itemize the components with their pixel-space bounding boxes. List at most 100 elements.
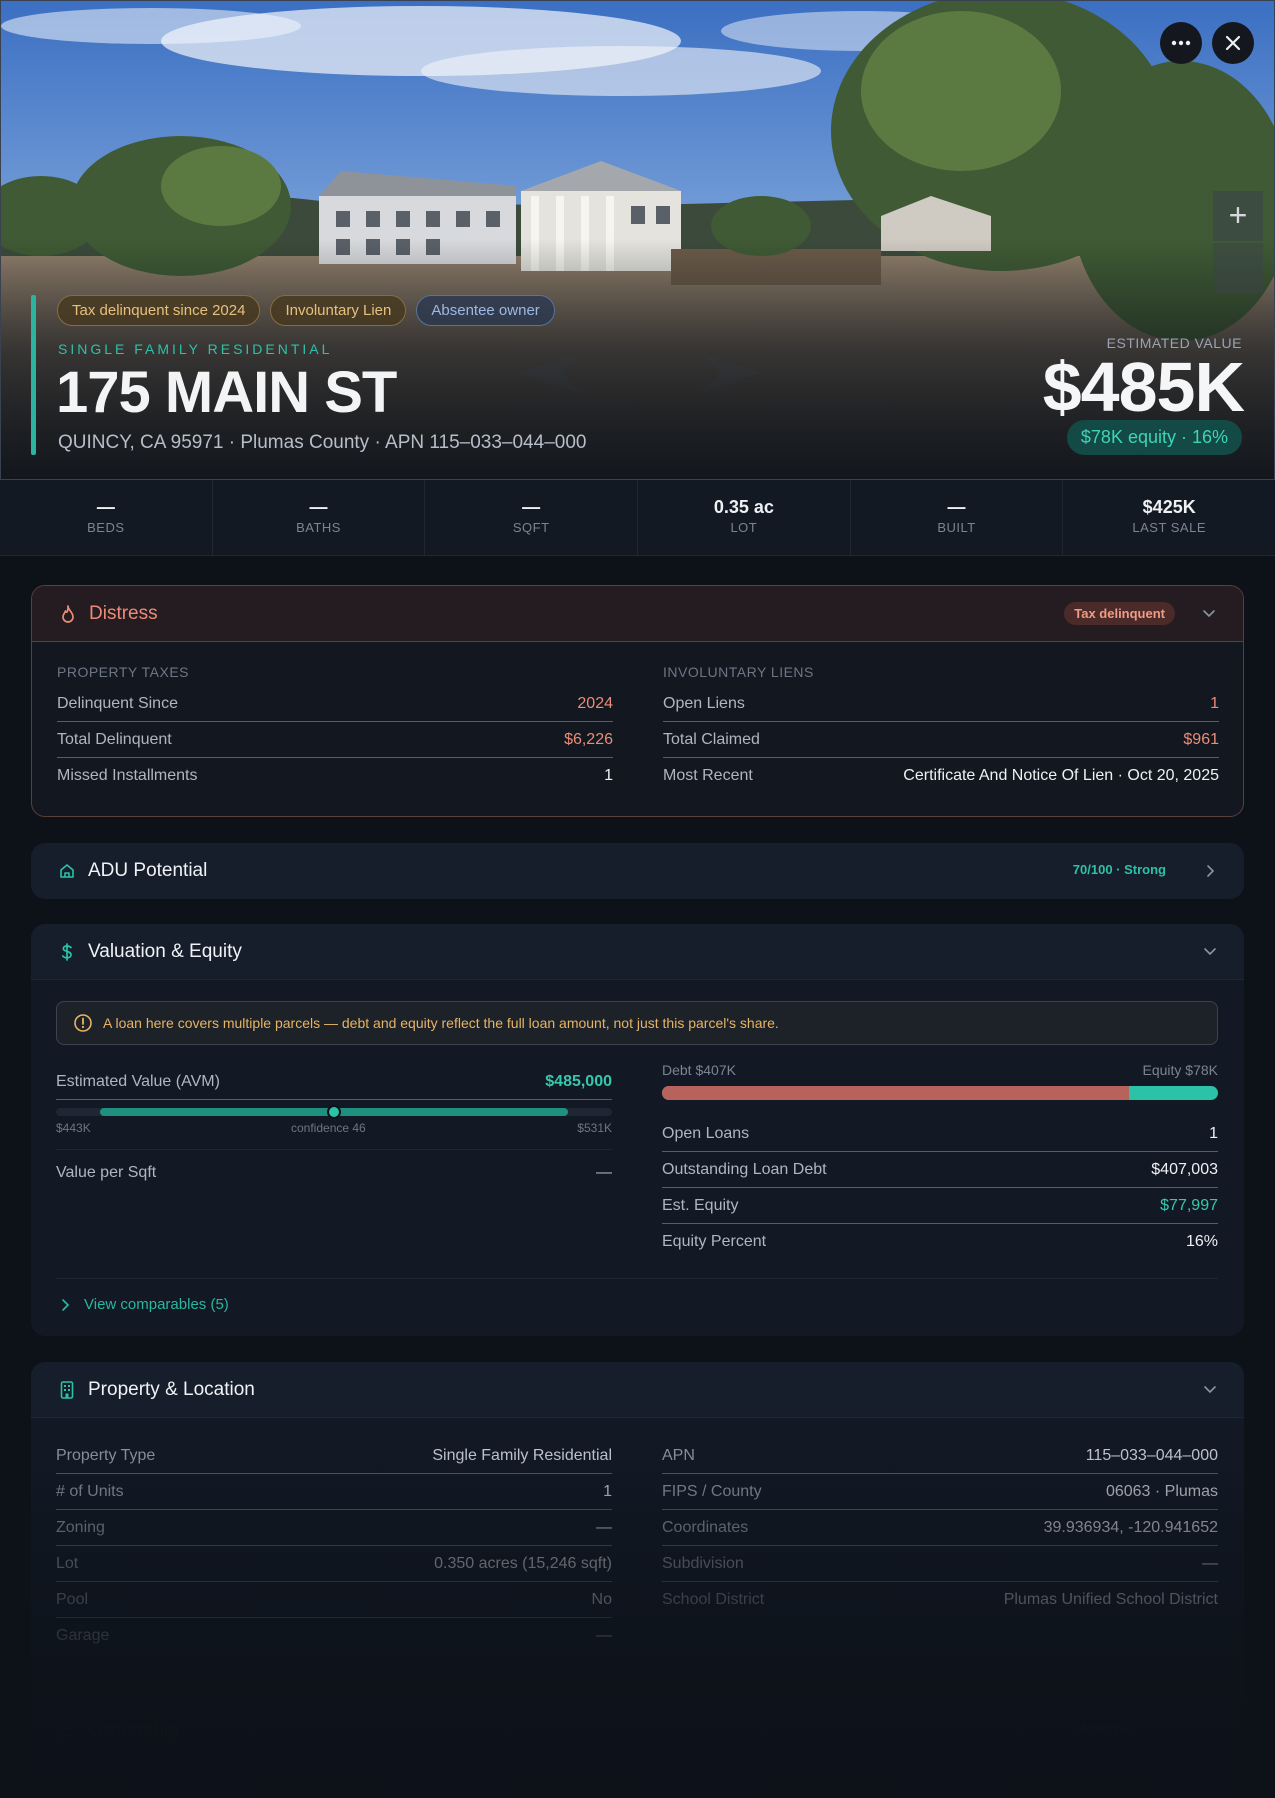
- chevron-down-icon[interactable]: [1200, 942, 1220, 962]
- tag-involuntary-lien: Involuntary Lien: [270, 295, 407, 326]
- valuation-equity-card: Valuation & Equity A loan here covers mu…: [31, 924, 1244, 1336]
- ownership-header[interactable]: Ownership Absentee: [31, 1702, 1244, 1758]
- range-low: $443K: [56, 1121, 91, 1135]
- section-label: PROPERTY TAXES: [57, 664, 190, 680]
- zoom-out-button[interactable]: [1213, 243, 1263, 293]
- range-high: $531K: [577, 1121, 612, 1135]
- stat-label: BEDS: [87, 520, 125, 535]
- kv-value: 115–033–044–000: [1085, 1446, 1218, 1464]
- kv-key: Missed Installments: [57, 767, 198, 784]
- hero-street-view: Tax delinquent since 2024 Involuntary Li…: [0, 0, 1275, 480]
- warning-icon: [74, 1014, 92, 1032]
- kv-key: Total Delinquent: [57, 730, 172, 748]
- view-comparables-link[interactable]: View comparables (5): [56, 1296, 229, 1313]
- chevron-down-icon[interactable]: [1199, 604, 1219, 624]
- stat-value: 0.35 ac: [713, 497, 774, 517]
- zoom-in-button[interactable]: +: [1213, 191, 1263, 241]
- location-left-column: Property Type Single Family Residential #…: [56, 1438, 612, 1654]
- kv-row: Zoning —: [56, 1510, 612, 1546]
- range-confidence: confidence 46: [291, 1121, 366, 1135]
- avm-confidence-range: [56, 1105, 612, 1119]
- kv-key: Zoning: [56, 1518, 105, 1536]
- kv-key: FIPS / County: [662, 1482, 762, 1500]
- valuation-title: Valuation & Equity: [88, 940, 242, 962]
- vps-label: Value per Sqft: [56, 1163, 157, 1181]
- kv-value: 1: [604, 767, 613, 784]
- kv-value: —: [1202, 1554, 1218, 1572]
- kv-key: APN: [662, 1446, 695, 1464]
- kv-row: Open Loans 1: [662, 1116, 1218, 1152]
- kv-row: School District Plumas Unified School Dis…: [662, 1582, 1218, 1618]
- stat-value: —: [522, 497, 541, 517]
- kv-value: —: [596, 1627, 612, 1644]
- absentee-badge: Absentee: [1079, 1721, 1134, 1736]
- distress-title: Distress: [89, 602, 158, 624]
- kv-key: Total Claimed: [663, 730, 760, 748]
- stat-label: BATHS: [296, 520, 341, 535]
- kv-key: Delinquent Since: [57, 694, 178, 712]
- stat-value: —: [947, 497, 966, 517]
- chevron-down-icon[interactable]: [1200, 1380, 1220, 1400]
- loan-details: Open Loans 1 Outstanding Loan Debt $407,00…: [662, 1116, 1218, 1260]
- kv-row: Total Claimed $961: [663, 722, 1219, 758]
- kv-key: Pool: [56, 1590, 89, 1608]
- kv-row: Lot 0.350 acres (15,246 sqft): [56, 1546, 612, 1582]
- chevron-right-icon[interactable]: [1200, 861, 1220, 881]
- stat-label: LOT: [730, 520, 758, 535]
- kv-row: Outstanding Loan Debt $407,003: [662, 1152, 1218, 1188]
- accent-bar: [31, 295, 36, 455]
- kv-value: 1: [1210, 694, 1219, 712]
- kv-value: $961: [1183, 730, 1219, 748]
- adu-title: ADU Potential: [88, 860, 208, 881]
- kv-value: 39.936934, -120.941652: [1043, 1518, 1218, 1536]
- kv-row: Open Liens 1: [663, 686, 1219, 722]
- debt-label: Debt $407K: [662, 1062, 736, 1078]
- stat-value: $425K: [1142, 497, 1196, 517]
- stat-label: SQFT: [512, 520, 550, 535]
- kv-key: Open Liens: [663, 694, 745, 712]
- close-icon: [1225, 35, 1241, 51]
- close-button[interactable]: [1212, 22, 1254, 64]
- kv-key: Coordinates: [662, 1518, 749, 1536]
- more-button[interactable]: [1160, 22, 1202, 64]
- range-point: [327, 1105, 341, 1119]
- kv-row: FIPS / County 06063 · Plumas: [662, 1474, 1218, 1510]
- kv-value: 1: [603, 1482, 612, 1500]
- kv-key: Property Type: [56, 1446, 156, 1464]
- distress-card: Distress Tax delinquent PROPERTY TAXES D…: [31, 585, 1244, 817]
- kv-key: Most Recent: [663, 767, 753, 784]
- user-icon: [56, 1719, 78, 1741]
- kv-value: $77,997: [1160, 1196, 1218, 1214]
- distress-header[interactable]: Distress Tax delinquent: [32, 586, 1243, 642]
- avm-row: Estimated Value (AVM) $485,000: [56, 1064, 612, 1100]
- ownership-title: Ownership: [88, 1719, 179, 1740]
- estimated-value: $485K: [1042, 348, 1245, 426]
- value-per-sqft-row: Value per Sqft —: [56, 1149, 612, 1189]
- kv-key: School District: [662, 1591, 765, 1608]
- kv-value: No: [591, 1590, 612, 1608]
- involuntary-liens-section: INVOLUNTARY LIENS Open Liens 1 Total Clai…: [663, 664, 1219, 794]
- kv-key: Garage: [56, 1627, 110, 1644]
- adu-score: 70/100 · Strong: [1072, 862, 1166, 877]
- kv-value: Certificate And Notice Of Lien · Oct 20,…: [903, 767, 1219, 784]
- location-header[interactable]: Property & Location: [31, 1362, 1244, 1418]
- kv-value: 0.350 acres (15,246 sqft): [434, 1554, 612, 1572]
- location-title: Property & Location: [88, 1378, 255, 1400]
- adu-header[interactable]: ADU Potential 70/100 · Strong: [31, 843, 1244, 899]
- range-labels: $443K confidence 46 $531K: [56, 1121, 612, 1137]
- stat-label: BUILT: [937, 520, 976, 535]
- kv-row: Total Delinquent $6,226: [57, 722, 613, 758]
- section-label: INVOLUNTARY LIENS: [663, 664, 814, 680]
- tag-absentee-owner: Absentee owner: [416, 295, 555, 326]
- kv-value: —: [596, 1518, 612, 1536]
- stat-label: LAST SALE: [1132, 520, 1207, 535]
- status-tags: Tax delinquent since 2024 Involuntary Li…: [57, 295, 555, 326]
- stat-baths: — BATHS: [213, 480, 426, 555]
- property-type-label: SINGLE FAMILY RESIDENTIAL: [58, 341, 333, 357]
- building-icon: [56, 1379, 78, 1401]
- kv-key: # of Units: [56, 1482, 124, 1500]
- valuation-header[interactable]: Valuation & Equity: [31, 924, 1244, 980]
- stat-value: —: [96, 497, 115, 517]
- adu-potential-card[interactable]: ADU Potential 70/100 · Strong: [31, 843, 1244, 899]
- kv-row: Missed Installments 1: [57, 758, 613, 794]
